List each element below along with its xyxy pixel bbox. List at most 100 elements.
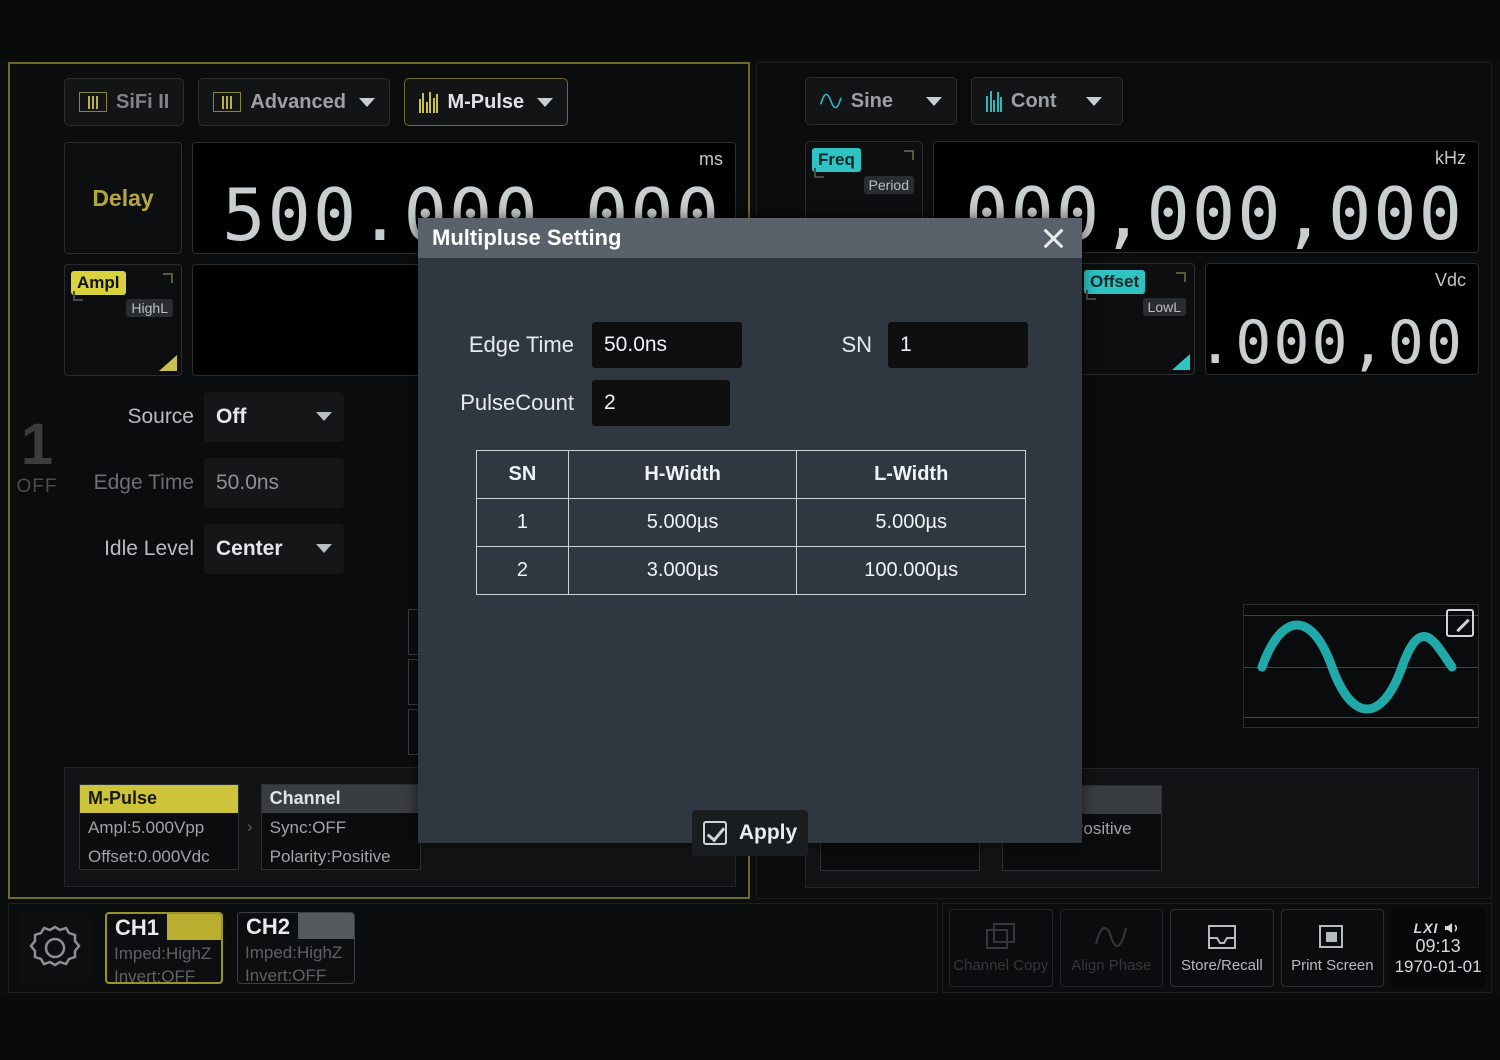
store-recall-button[interactable]: Store/Recall: [1170, 909, 1274, 987]
gear-icon: [28, 921, 82, 975]
mode-button-sine[interactable]: Sine: [805, 77, 957, 125]
dialog-sn-input[interactable]: 1: [888, 322, 1028, 368]
header-lwidth: L-Width: [797, 451, 1026, 499]
offset-value-display[interactable]: Vdc 0.000,00: [1205, 263, 1479, 375]
chevron-down-icon: [537, 98, 553, 107]
clock-time: 09:13: [1416, 936, 1461, 957]
store-recall-label: Store/Recall: [1181, 957, 1263, 974]
chevron-down-icon: [926, 97, 942, 106]
delay-unit: ms: [699, 149, 723, 170]
bottom-toolbar-right: Channel Copy Align Phase Store/Recall Pr…: [942, 903, 1492, 993]
chevron-down-icon: [1086, 97, 1102, 106]
info-card-channel-line1: Sync:OFF: [262, 813, 420, 842]
row2-lwidth[interactable]: 100.000µs: [797, 547, 1026, 595]
mode-button-advanced[interactable]: Advanced: [198, 78, 390, 126]
close-icon[interactable]: [1038, 223, 1068, 253]
mpulse-icon: [419, 91, 439, 113]
settings-button[interactable]: [19, 912, 91, 984]
dialog-title: Multipluse Setting: [432, 225, 621, 251]
chevron-down-icon: [316, 544, 332, 553]
row1-lwidth[interactable]: 5.000µs: [797, 499, 1026, 547]
edge-time-field[interactable]: 50.0ns: [204, 458, 344, 508]
corner-marker-icon: [163, 273, 173, 283]
mode-button-cont[interactable]: Cont: [971, 77, 1123, 125]
align-phase-button[interactable]: Align Phase: [1060, 909, 1164, 987]
offset-key-button[interactable]: Offset LowL: [1077, 263, 1195, 375]
print-screen-label: Print Screen: [1291, 957, 1374, 974]
table-header-row: SN H-Width L-Width: [477, 451, 1026, 499]
channel-tab-ch2-label: CH2: [238, 913, 298, 941]
multipulse-setting-dialog: Multipluse Setting Edge Time 50.0ns Puls…: [418, 218, 1082, 843]
row2-sn: 2: [477, 547, 569, 595]
mode-button-mpulse-label: M-Pulse: [447, 91, 524, 114]
dialog-edge-time-input[interactable]: 50.0ns: [592, 322, 742, 368]
idle-level-value: Center: [216, 537, 283, 561]
row2-hwidth[interactable]: 3.000µs: [568, 547, 797, 595]
table-row[interactable]: 1 5.000µs 5.000µs: [477, 499, 1026, 547]
channel-copy-button[interactable]: Channel Copy: [949, 909, 1053, 987]
speaker-icon: [1444, 921, 1462, 935]
ampl-highlimit-badge[interactable]: HighL: [126, 299, 173, 317]
info-card-channel-title: Channel: [262, 785, 420, 813]
print-screen-button[interactable]: Print Screen: [1281, 909, 1385, 987]
mode-button-mpulse[interactable]: M-Pulse: [404, 78, 568, 126]
pulse-table[interactable]: SN H-Width L-Width 1 5.000µs 5.000µs 2: [476, 450, 1026, 595]
sifi-icon: [79, 92, 107, 112]
channel1-mode-bar: SiFi II Advanced M-Pulse: [64, 78, 736, 126]
idle-level-select[interactable]: Center: [204, 524, 344, 574]
header-hwidth: H-Width: [568, 451, 797, 499]
resize-handle-icon: [159, 355, 177, 371]
row1-sn: 1: [477, 499, 569, 547]
lowlimit-badge[interactable]: LowL: [1143, 298, 1186, 316]
edge-time-row: Edge Time 50.0ns: [454, 322, 742, 368]
channel-tab-ch1[interactable]: CH1 Imped:HighZ Invert:OFF: [105, 912, 223, 984]
info-card-mpulse[interactable]: M-Pulse Ampl:5.000Vpp Offset:0.000Vdc: [79, 784, 239, 870]
channel-copy-label: Channel Copy: [953, 957, 1048, 974]
mode-button-sifi[interactable]: SiFi II: [64, 78, 184, 126]
row1-hwidth[interactable]: 5.000µs: [568, 499, 797, 547]
mode-button-sine-label: Sine: [851, 90, 893, 113]
ch1-imped: Imped:HighZ: [107, 942, 221, 965]
mode-button-sifi-label: SiFi II: [116, 91, 169, 114]
pulse-count-row: PulseCount 2: [454, 380, 730, 426]
offset-value: 0.000,00: [1205, 308, 1464, 375]
info-card-channel-line2: Polarity:Positive: [262, 842, 420, 871]
source-label: Source: [64, 405, 194, 429]
channel1-indicator[interactable]: 1 OFF: [14, 414, 60, 574]
sifi-icon: [213, 92, 241, 112]
dialog-pulse-count-input[interactable]: 2: [592, 380, 730, 426]
info-card-channel[interactable]: Channel Sync:OFF Polarity:Positive: [261, 784, 421, 870]
source-select[interactable]: Off: [204, 392, 344, 442]
corner-marker-icon: [1086, 290, 1096, 300]
align-phase-label: Align Phase: [1071, 957, 1151, 974]
channel1-output-state: OFF: [14, 476, 60, 498]
drawer-icon: [1205, 922, 1239, 952]
delay-key-button[interactable]: Delay: [64, 142, 182, 254]
clock-status: LXI 09:13 1970-01-01: [1391, 909, 1485, 987]
dialog-title-bar: Multipluse Setting: [418, 218, 1082, 258]
channel1-number: 1: [14, 414, 60, 476]
info-card-mpulse-title: M-Pulse: [80, 785, 238, 813]
info-card-mpulse-line1: Ampl:5.000Vpp: [80, 813, 238, 842]
dialog-pulse-count-label: PulseCount: [454, 390, 574, 416]
wave-icon: [1094, 922, 1128, 952]
ampl-key-button[interactable]: Ampl HighL: [64, 264, 182, 376]
dialog-edge-time-label: Edge Time: [454, 332, 574, 358]
dialog-sn-label: SN: [836, 332, 872, 358]
apply-button[interactable]: Apply: [692, 810, 808, 856]
sine-icon: [820, 91, 842, 111]
corner-marker-icon: [73, 291, 83, 301]
corner-marker-icon: [904, 150, 914, 160]
ch2-invert: Invert:OFF: [238, 964, 354, 984]
table-row[interactable]: 2 3.000µs 100.000µs: [477, 547, 1026, 595]
info-card-mpulse-line2: Offset:0.000Vdc: [80, 842, 238, 871]
channel2-waveform-preview[interactable]: [1243, 604, 1479, 728]
channel-tab-ch2[interactable]: CH2 Imped:HighZ Invert:OFF: [237, 912, 355, 984]
period-badge[interactable]: Period: [864, 176, 914, 194]
clock-date: 1970-01-01: [1395, 957, 1482, 977]
resize-handle-icon: [1172, 354, 1190, 370]
edit-icon[interactable]: [1446, 609, 1474, 637]
cont-icon: [986, 90, 1002, 112]
bottom-bezel: [0, 995, 1500, 1060]
chevron-down-icon: [359, 98, 375, 107]
